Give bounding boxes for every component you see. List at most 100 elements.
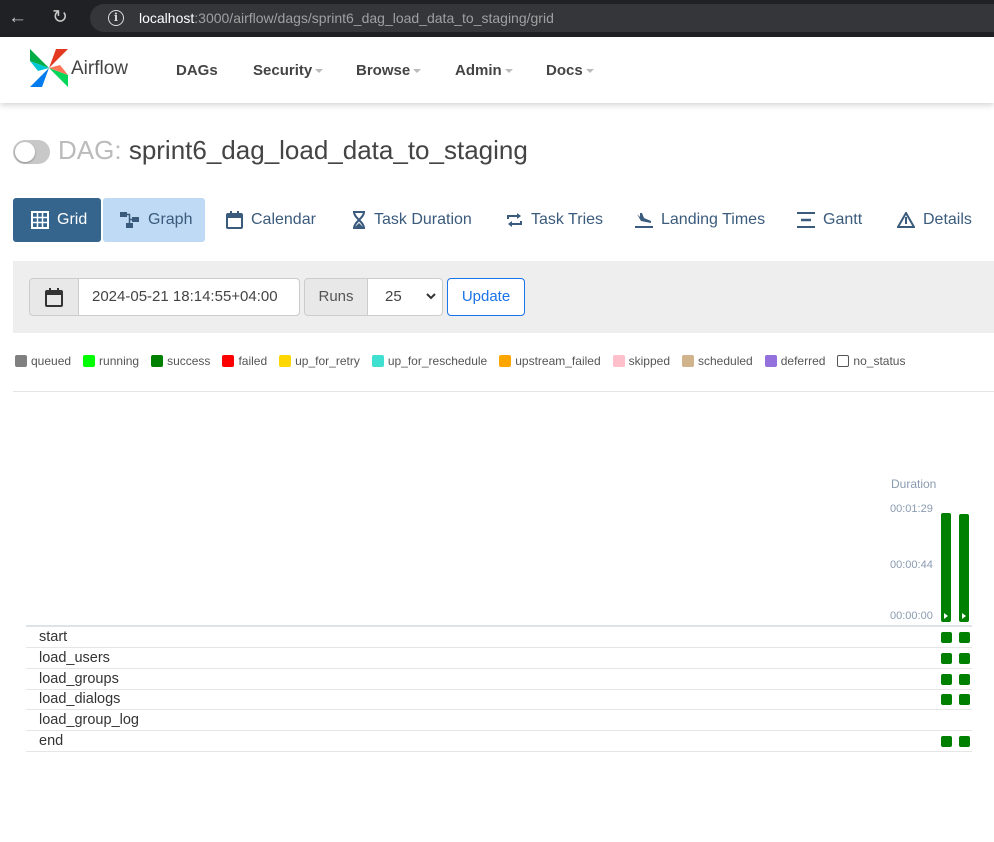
- tab-landing-times-label: Landing Times: [661, 211, 766, 228]
- tab-grid[interactable]: Grid: [13, 198, 101, 242]
- tab-gantt[interactable]: Gantt: [797, 198, 862, 242]
- menu-security[interactable]: Security: [253, 62, 324, 79]
- caret-down-icon: [413, 69, 422, 74]
- legend-item-up_for_retry[interactable]: up_for_retry: [279, 354, 360, 368]
- legend-label: up_for_retry: [295, 354, 360, 368]
- legend-swatch: [151, 355, 164, 367]
- legend-label: no_status: [853, 354, 906, 368]
- runs-select[interactable]: 25: [367, 278, 443, 316]
- tab-details[interactable]: Details: [897, 198, 972, 242]
- toggle-knob: [15, 142, 35, 162]
- legend-item-no_status[interactable]: no_status: [837, 354, 905, 368]
- tab-calendar-label: Calendar: [251, 211, 316, 228]
- divider: [13, 391, 994, 392]
- task-instance-square[interactable]: [941, 736, 952, 747]
- tab-grid-label: Grid: [57, 211, 88, 228]
- legend-item-scheduled[interactable]: scheduled: [682, 354, 753, 368]
- menu-browse[interactable]: Browse: [356, 62, 422, 79]
- task-row[interactable]: start: [26, 627, 972, 648]
- legend-item-success[interactable]: success: [151, 354, 210, 368]
- legend-label: upstream_failed: [515, 354, 601, 368]
- task-row[interactable]: load_group_log: [26, 710, 972, 732]
- tab-task-tries-label: Task Tries: [531, 211, 604, 228]
- back-arrow-icon[interactable]: ←: [8, 8, 27, 28]
- task-name[interactable]: load_group_log: [39, 712, 139, 728]
- legend-label: up_for_reschedule: [387, 354, 488, 368]
- legend-label: failed: [238, 354, 268, 368]
- task-name[interactable]: load_groups: [39, 671, 119, 687]
- legend-label: deferred: [780, 354, 826, 368]
- date-picker-button[interactable]: [29, 278, 79, 316]
- runs-label: Runs: [304, 278, 368, 316]
- legend-item-failed[interactable]: failed: [222, 354, 267, 368]
- legend-item-upstream_failed[interactable]: upstream_failed: [499, 354, 601, 368]
- task-instance-square[interactable]: [959, 673, 970, 685]
- legend-label: running: [99, 354, 140, 368]
- warning-triangle-icon: [897, 212, 915, 228]
- legend-swatch: [83, 355, 96, 367]
- dag-run-bar[interactable]: [941, 513, 951, 622]
- legend-item-up_for_reschedule[interactable]: up_for_reschedule: [371, 354, 488, 368]
- tab-gantt-label: Gantt: [823, 211, 863, 228]
- legend-swatch: [371, 355, 384, 367]
- chevron-down-icon: [426, 293, 436, 300]
- tab-task-duration[interactable]: Task Duration: [352, 198, 472, 242]
- task-instance-square[interactable]: [941, 673, 952, 685]
- tab-landing-times[interactable]: Landing Times: [635, 198, 765, 242]
- hourglass-icon: [352, 211, 366, 229]
- app-navbar: Airflow DAGs Security Browse Admin Docs: [0, 37, 994, 103]
- task-row[interactable]: load_dialogs: [26, 689, 972, 711]
- task-name[interactable]: load_dialogs: [39, 691, 120, 707]
- tab-calendar[interactable]: Calendar: [226, 198, 316, 242]
- plane-landing-icon: [635, 212, 653, 228]
- grid-icon: [31, 211, 49, 229]
- legend-label: queued: [31, 354, 72, 368]
- task-instance-square[interactable]: [959, 652, 970, 664]
- browser-toolbar: ← ↻ i localhost:3000/airflow/dags/sprint…: [0, 0, 994, 37]
- tab-graph[interactable]: Graph: [103, 198, 205, 242]
- legend-swatch: [279, 355, 292, 367]
- task-instance-square[interactable]: [941, 652, 952, 664]
- task-name[interactable]: start: [39, 629, 67, 645]
- gantt-icon: [797, 212, 815, 228]
- caret-down-icon: [504, 69, 513, 74]
- tab-task-tries[interactable]: Task Tries: [506, 198, 603, 242]
- airflow-logo-icon[interactable]: [28, 47, 70, 89]
- task-instance-square[interactable]: [959, 736, 970, 747]
- legend-item-skipped[interactable]: skipped: [612, 354, 670, 368]
- update-button[interactable]: Update: [447, 278, 525, 316]
- dag-pause-toggle[interactable]: [13, 140, 50, 164]
- dag-run-bar[interactable]: [959, 514, 969, 622]
- legend-label: scheduled: [698, 354, 753, 368]
- dag-id: sprint6_dag_load_data_to_staging: [128, 135, 528, 165]
- base-date-input[interactable]: 2024-05-21 18:14:55+04:00: [78, 278, 300, 316]
- legend-item-queued[interactable]: queued: [15, 354, 71, 368]
- task-instance-square[interactable]: [959, 694, 970, 706]
- reload-icon[interactable]: ↻: [52, 8, 68, 28]
- legend-item-running[interactable]: running: [83, 354, 139, 368]
- task-row[interactable]: load_users: [26, 648, 972, 669]
- task-instance-square[interactable]: [941, 694, 952, 706]
- url-text: localhost:3000/airflow/dags/sprint6_dag_…: [139, 10, 554, 26]
- graph-icon: [120, 212, 140, 228]
- menu-dags[interactable]: DAGs: [176, 62, 218, 79]
- legend-label: skipped: [628, 354, 670, 368]
- task-name[interactable]: load_users: [39, 650, 110, 666]
- address-bar[interactable]: i localhost:3000/airflow/dags/sprint6_da…: [90, 4, 994, 32]
- menu-admin[interactable]: Admin: [455, 62, 513, 79]
- info-icon[interactable]: i: [108, 10, 124, 26]
- menu-docs[interactable]: Docs: [546, 62, 594, 79]
- task-row[interactable]: end: [26, 731, 972, 752]
- task-instance-square[interactable]: [959, 632, 970, 643]
- legend-swatch: [837, 355, 850, 367]
- caret-down-icon: [315, 69, 324, 74]
- calendar-icon: [226, 211, 243, 229]
- task-name[interactable]: end: [39, 733, 63, 749]
- task-instance-square[interactable]: [941, 632, 952, 643]
- state-legend: queued running success failed up_for_retry up…: [15, 353, 917, 369]
- legend-item-deferred[interactable]: deferred: [764, 354, 826, 368]
- task-row[interactable]: load_groups: [26, 669, 972, 690]
- brand-name[interactable]: Airflow: [71, 58, 128, 80]
- filter-bar: 2024-05-21 18:14:55+04:00 Runs 25 Update: [13, 261, 994, 333]
- tab-task-duration-label: Task Duration: [374, 211, 472, 228]
